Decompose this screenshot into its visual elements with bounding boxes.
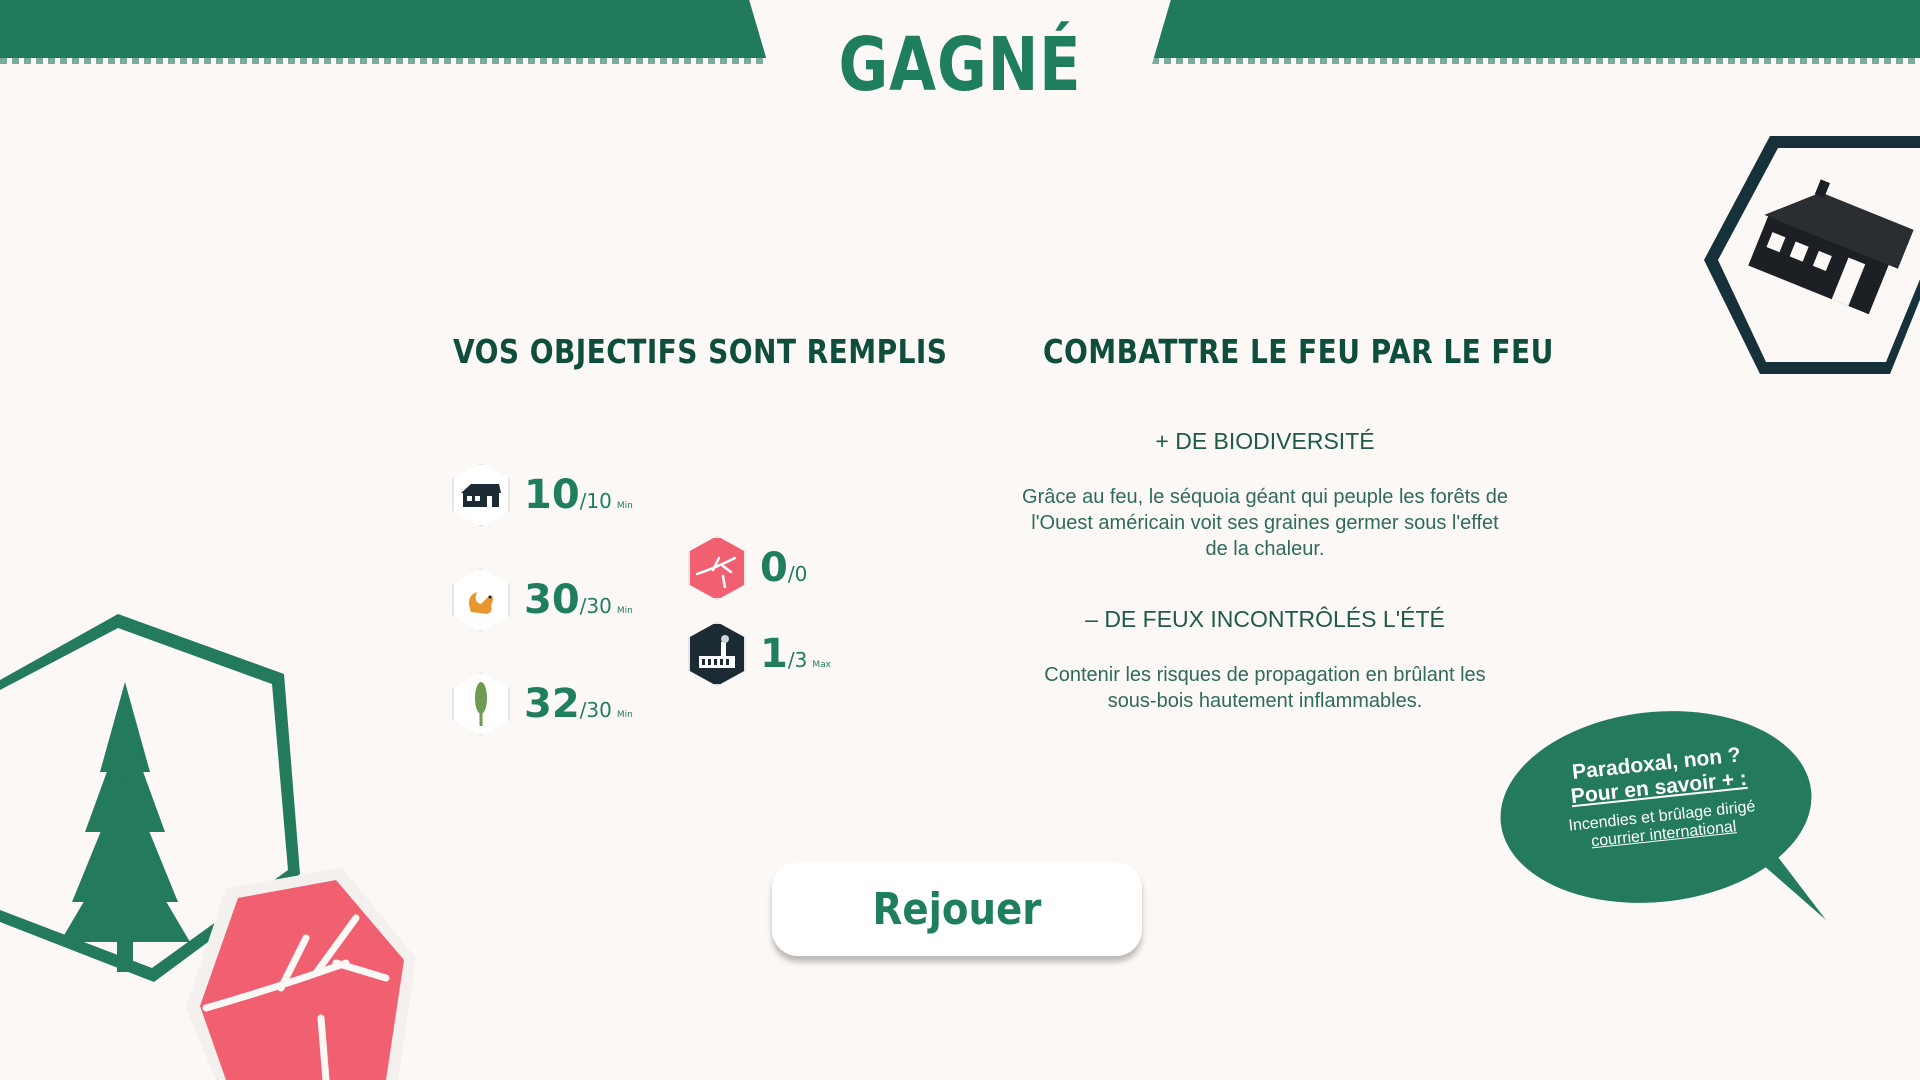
biodiversity-title: + DE BIODIVERSITÉ [1155,428,1375,454]
objective-target: /30 [579,594,612,618]
objective-unit: Min [616,606,633,616]
house-icon [452,463,510,527]
objective-factories: 1/3 Max [688,622,831,686]
info-heading: COMBATTRE LE FEU PAR LE FEU [1043,332,1554,371]
objectives-heading: VOS OBJECTIFS SONT REMPLIS [453,332,948,371]
objective-unit: Min [616,501,633,511]
objective-value: 1 [760,631,788,677]
squirrel-icon [452,568,510,632]
objective-value: 10 [524,472,580,518]
objective-target: /10 [579,489,612,513]
objective-unit: Max [812,660,831,670]
factory-icon [688,622,746,686]
objective-value: 32 [524,681,580,727]
objective-value: 0 [760,545,788,591]
objective-unit: Min [616,710,633,720]
objective-burnt-trees: 0/0 [688,536,812,600]
objective-houses: 10/10 Min [452,463,633,527]
burnt-tree-hex-icon [186,868,416,1080]
wildfires-text: Contenir les risques de propagation en b… [1044,664,1486,712]
wildfires-title: – DE FEUX INCONTRÔLÉS L'ÉTÉ [1085,606,1445,632]
house-hex-icon [1704,136,1920,374]
page-title: GAGNÉ [838,22,1082,108]
objective-target: /3 [787,648,808,672]
burnt-tree-icon [688,536,746,600]
info-bubble-tail [1746,850,1826,920]
replay-button[interactable]: Rejouer [772,862,1142,956]
sequoia-icon [452,672,510,736]
objective-sequoias: 32/30 Min [452,672,633,736]
objective-value: 30 [524,577,580,623]
objective-target: /30 [579,698,612,722]
biodiversity-text: Grâce au feu, le séquoia géant qui peupl… [1022,486,1508,560]
objective-target: /0 [787,562,808,586]
objective-squirrels: 30/30 Min [452,568,633,632]
replay-button-label: Rejouer [872,883,1042,935]
